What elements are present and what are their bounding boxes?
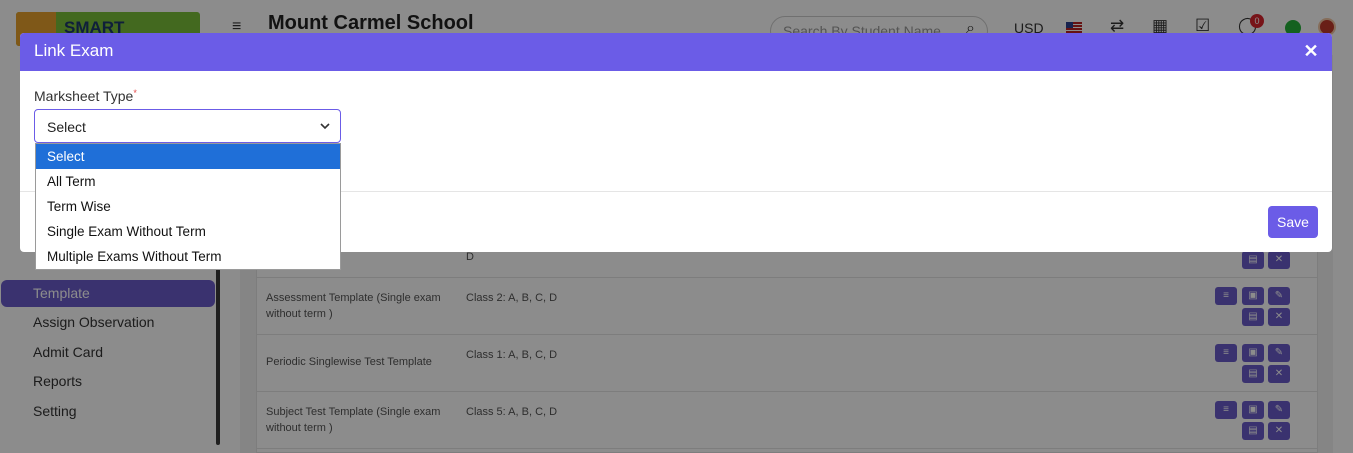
option-all-term[interactable]: All Term xyxy=(36,169,340,194)
marksheet-type-options: Select All Term Term Wise Single Exam Wi… xyxy=(35,143,341,270)
option-select[interactable]: Select xyxy=(36,144,340,169)
modal-header: Link Exam ✕ xyxy=(20,33,1332,71)
option-single-exam-without-term[interactable]: Single Exam Without Term xyxy=(36,219,340,244)
chevron-down-icon xyxy=(320,123,330,130)
option-label: Select xyxy=(47,149,85,164)
field-label-text: Marksheet Type xyxy=(34,88,134,104)
required-mark: * xyxy=(133,88,137,98)
save-button[interactable]: Save xyxy=(1268,206,1318,238)
option-label: All Term xyxy=(47,174,96,189)
close-icon[interactable]: ✕ xyxy=(1302,42,1320,60)
option-label: Single Exam Without Term xyxy=(47,224,206,239)
option-label: Multiple Exams Without Term xyxy=(47,249,222,264)
select-value: Select xyxy=(47,119,86,135)
marksheet-type-select[interactable]: Select xyxy=(34,109,341,143)
option-label: Term Wise xyxy=(47,199,111,214)
option-term-wise[interactable]: Term Wise xyxy=(36,194,340,219)
modal-title: Link Exam xyxy=(34,41,114,60)
option-multiple-exams-without-term[interactable]: Multiple Exams Without Term xyxy=(36,244,340,269)
marksheet-type-label: Marksheet Type* xyxy=(34,88,137,104)
